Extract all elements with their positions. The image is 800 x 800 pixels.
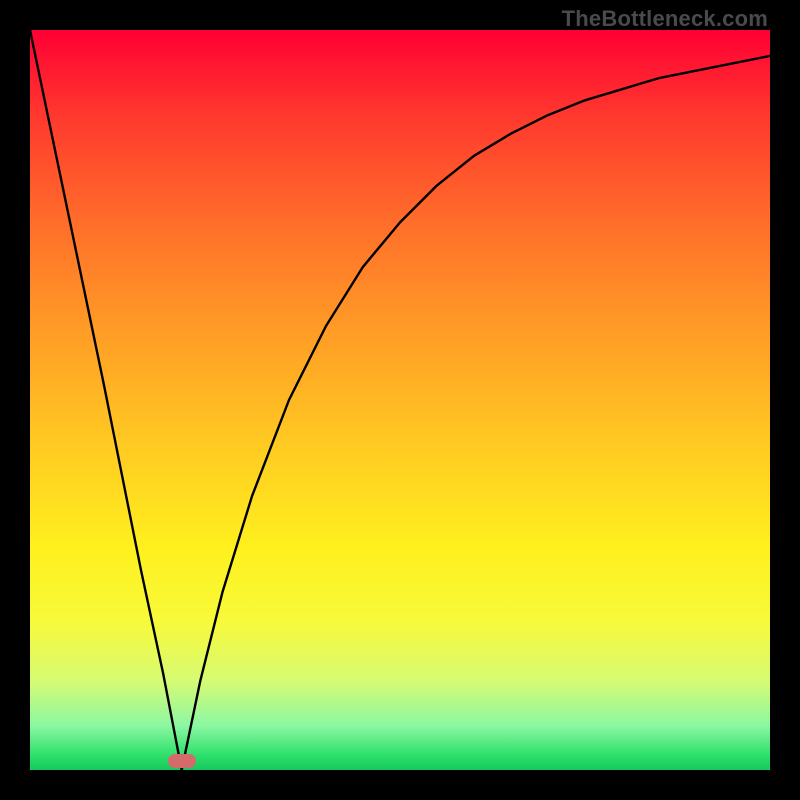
curve-svg [30, 30, 770, 770]
optimal-marker [168, 754, 196, 768]
bottleneck-curve [30, 30, 770, 770]
chart-frame: TheBottleneck.com [0, 0, 800, 800]
watermark-label: TheBottleneck.com [562, 6, 768, 32]
plot-area [30, 30, 770, 770]
